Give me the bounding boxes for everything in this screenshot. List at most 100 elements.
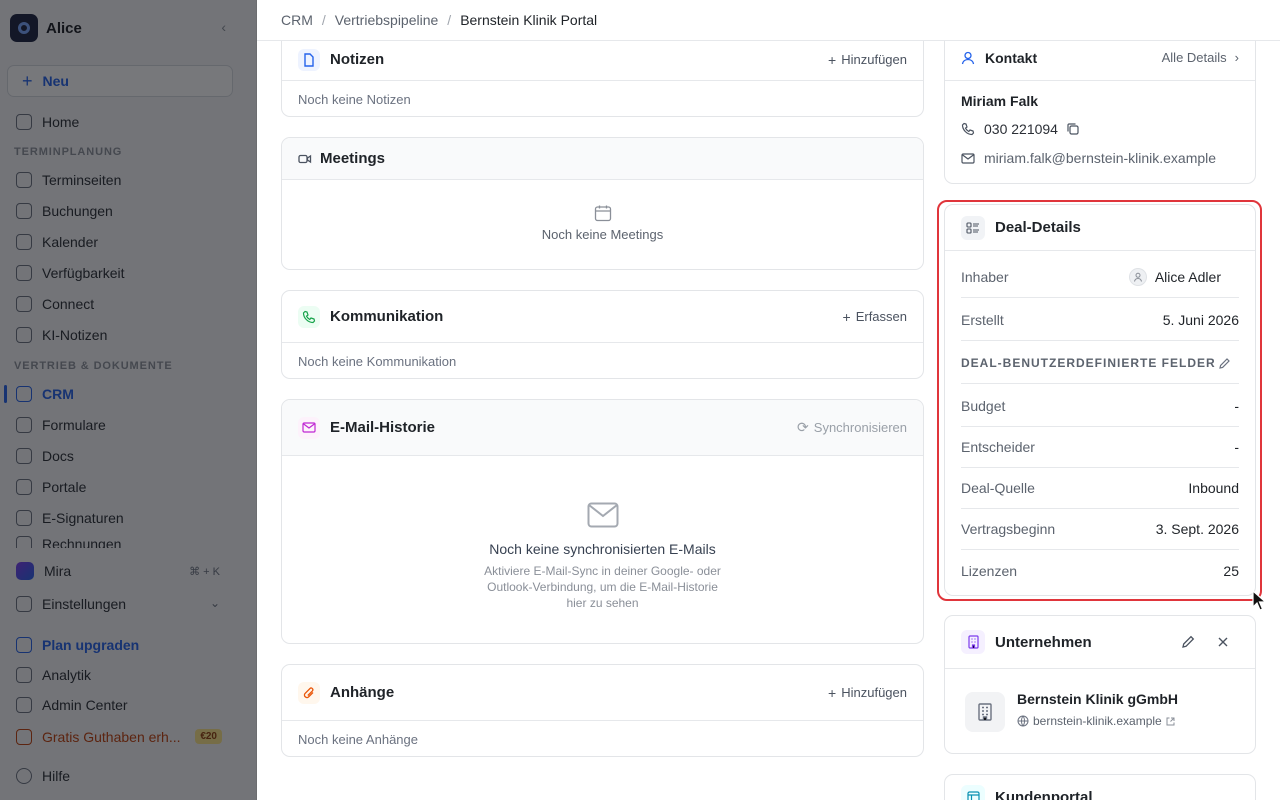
email-history-empty: Noch keine synchronisierten E-Mails Akti… [282,456,923,611]
copy-icon[interactable] [1066,122,1080,136]
sidebar-item-label: Buchungen [42,203,113,219]
sidebar-item-hilfe[interactable]: Hilfe [8,763,234,789]
sidebar-item-label: Hilfe [42,768,71,784]
customer-portal-card: Kundenportal [944,774,1256,800]
notes-add-label: Hinzufügen [841,52,907,67]
home-icon [16,114,32,130]
sidebar-item-label: Formulare [42,417,106,433]
sidebar-item-label: Analytik [42,667,92,683]
video-icon [16,296,32,312]
contact-all-details-link[interactable]: Alle Details › [1162,50,1239,65]
new-button[interactable]: + Neu [7,65,233,97]
sidebar-item-label: Admin Center [42,697,128,713]
contact-phone: 030 221094 [984,121,1058,137]
pencil-icon[interactable] [1181,635,1195,649]
deal-custom-fields-header: DEAL-BENUTZERDEFINIERTE FELDER [961,343,1239,384]
communication-empty: Noch keine Kommunikation [298,353,457,369]
contact-name: Miriam Falk [961,93,1039,109]
sidebar-item-formulare[interactable]: Formulare [8,412,234,438]
form-icon [16,417,32,433]
deal-source-value: Inbound [1188,480,1239,496]
sidebar-item-label: Connect [42,296,95,312]
sidebar-item-upgrade[interactable]: Plan upgraden [8,632,234,658]
pencil-icon[interactable] [1218,357,1231,370]
breadcrumb-pipeline[interactable]: Vertriebspipeline [335,12,439,28]
sidebar-item-crm[interactable]: CRM [4,381,234,407]
workspace-switcher[interactable]: Alice ‹ [10,14,240,42]
sidebar-item-portale[interactable]: Portale [8,474,234,500]
mail-icon [961,152,975,164]
calendar-check-icon [16,203,32,219]
list-details-icon [961,215,985,240]
deal-created-row: Erstellt 5. Juni 2026 [961,300,1239,341]
sidebar-item-admin[interactable]: Admin Center [8,692,234,718]
chevron-down-icon: ⌄ [209,596,220,610]
deal-contract-start-label: Vertragsbeginn [961,521,1056,537]
sidebar-item-einstellungen[interactable]: Einstellungen ⌄ [8,591,234,617]
sidebar: Alice ‹ + Neu Home TERMINPLANUNG Termins… [0,0,257,800]
plus-icon: + [828,51,837,68]
sidebar-item-analytik[interactable]: Analytik [8,662,234,688]
sidebar-item-verfuegbarkeit[interactable]: Verfügbarkeit [8,260,234,286]
meetings-empty-text: Noch keine Meetings [541,227,664,242]
communication-log-button[interactable]: + Erfassen [843,309,908,325]
sidebar-item-buchungen[interactable]: Buchungen [8,198,234,224]
chevron-right-icon: › [1234,50,1239,65]
sidebar-item-mira[interactable]: Mira ⌘ + K [8,558,234,584]
sidebar-item-connect[interactable]: Connect [8,291,234,317]
communication-header: Kommunikation + Erfassen [282,291,923,343]
attachments-add-button[interactable]: + Hinzufügen [828,685,907,701]
refresh-icon: ⟳ [797,419,809,435]
bar-chart-icon [16,667,32,683]
email-empty-subtitle: Aktiviere E-Mail-Sync in deiner Google- … [484,564,721,610]
notes-add-button[interactable]: + Hinzufügen [828,52,907,68]
deal-source-row[interactable]: Deal-Quelle Inbound [961,468,1239,509]
sidebar-item-label: E-Signaturen [42,510,124,526]
gear-icon [16,596,32,612]
attachments-title: Anhänge [330,684,395,701]
sidebar-item-terminseiten[interactable]: Terminseiten [8,167,234,193]
email-sync-button[interactable]: ⟳ Synchronisieren [797,419,907,436]
deal-budget-row[interactable]: Budget - [961,386,1239,427]
collapse-sidebar-icon[interactable]: ‹ [221,19,226,35]
sidebar-item-rechnungen[interactable]: Rechnungen [8,536,234,548]
document-icon [16,448,32,464]
sidebar-item-kalender[interactable]: Kalender [8,229,234,255]
video-icon [298,154,312,163]
company-website-link[interactable]: bernstein-klinik.example [1017,714,1179,728]
sidebar-item-e-signaturen[interactable]: E-Signaturen [8,505,234,531]
company-name[interactable]: Bernstein Klinik gGmbH [1017,691,1178,707]
sidebar-item-label: Rechnungen [42,536,122,548]
deal-decider-row[interactable]: Entscheider - [961,427,1239,468]
mira-icon [16,562,34,580]
contact-email[interactable]: miriam.falk@bernstein-klinik.example [984,150,1216,166]
deal-details-title: Deal-Details [995,219,1081,236]
close-icon[interactable] [1217,636,1229,648]
deal-owner-value[interactable]: Alice Adler [1128,268,1221,286]
sidebar-item-label: Home [42,114,80,130]
deal-owner-row[interactable]: Inhaber Alice Adler [961,257,1239,298]
attachments-add-label: Hinzufügen [841,685,907,700]
deal-created-value: 5. Juni 2026 [1162,312,1239,328]
sidebar-item-ki-notizen[interactable]: KI-Notizen [8,322,234,348]
sidebar-item-label: Verfügbarkeit [42,265,125,281]
portal-icon [961,785,985,800]
deal-owner-label: Inhaber [961,269,1009,285]
avatar [1128,268,1147,286]
deal-licenses-row[interactable]: Lizenzen 25 [961,550,1239,591]
communication-card: Kommunikation + Erfassen Noch keine Kommu… [281,290,924,379]
deal-contract-start-row[interactable]: Vertragsbeginn 3. Sept. 2026 [961,509,1239,550]
building-icon [961,630,985,654]
help-icon [16,768,32,784]
company-card: Unternehmen Bernstein Klinik gGmbH berns… [944,615,1256,754]
contact-card: Kontakt Alle Details › Miriam Falk 030 22… [944,22,1256,184]
sidebar-item-home[interactable]: Home [8,109,234,135]
breadcrumb-crm[interactable]: CRM [281,12,313,28]
user-icon [961,51,975,64]
customer-portal-title: Kundenportal [995,788,1093,800]
sidebar-item-credit[interactable]: Gratis Guthaben erh... €20 [8,724,234,750]
sidebar-item-docs[interactable]: Docs [8,443,234,469]
gift-icon [16,729,32,745]
attachments-header: Anhänge + Hinzufügen [282,665,923,721]
contact-email-row: miriam.falk@bernstein-klinik.example [961,150,1216,166]
